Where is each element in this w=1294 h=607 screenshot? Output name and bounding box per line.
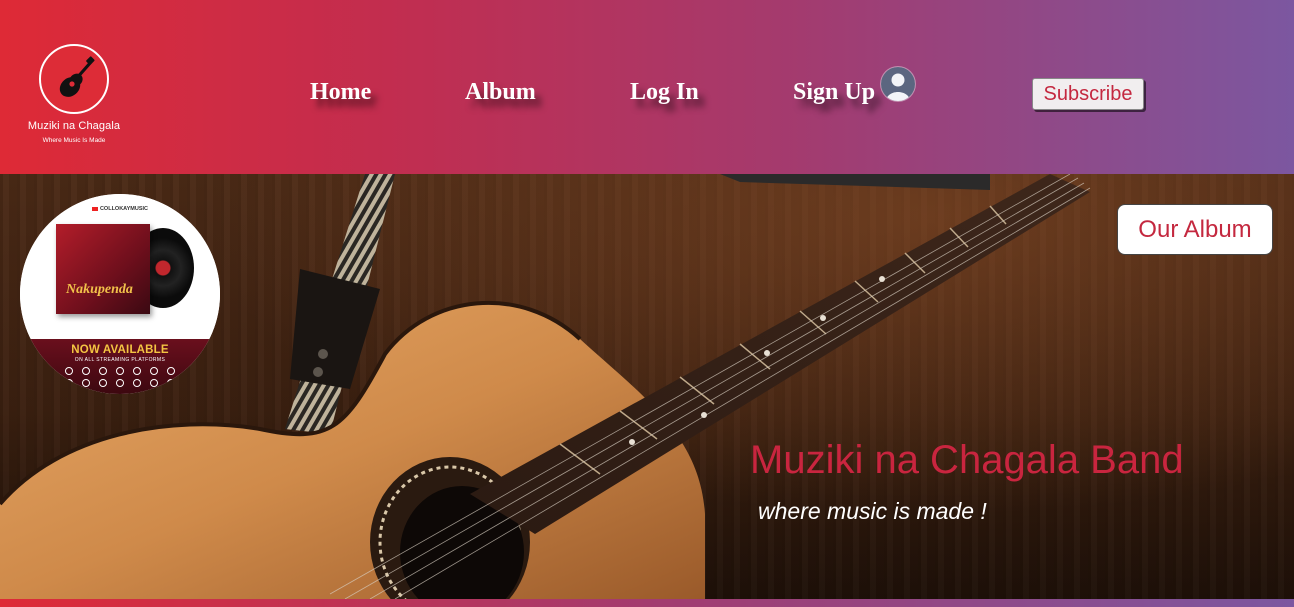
platform-icon [82,367,90,375]
subscribe-button[interactable]: Subscribe [1032,78,1144,110]
album-cover-title: Nakupenda [66,282,133,297]
brand-tagline: Where Music Is Made [42,137,106,144]
album-art: COLLOKAYMUSIC Nakupenda [20,194,220,339]
nav-sign-up[interactable]: Sign Up [793,79,875,106]
bottom-gradient-bar [0,599,1294,607]
platform-icon [150,367,158,375]
platform-icon [150,379,158,387]
brand-name: Muziki na Chagala [27,120,121,132]
platform-icon [65,379,73,387]
platform-icon [99,379,107,387]
nav-home[interactable]: Home [310,79,371,106]
platform-icon [116,379,124,387]
album-promo-image[interactable]: COLLOKAYMUSIC Nakupenda NOW AVAILABLE ON… [20,194,220,394]
site-header: Muziki na Chagala Where Music Is Made Ho… [0,0,1294,174]
album-cover [56,224,150,314]
band-title: Muziki na Chagala Band [750,438,1184,482]
youtube-icon [91,206,98,211]
platform-icon [99,367,107,375]
band-subtitle: where music is made ! [758,498,987,524]
platform-icon [65,367,73,375]
nav-album[interactable]: Album [465,79,536,106]
streaming-platforms-text: ON ALL STREAMING PLATFORMS [74,357,166,363]
platform-icon [133,367,141,375]
platform-icon [82,379,90,387]
platform-icons [65,367,175,387]
platform-icon [167,367,175,375]
channel-label: COLLOKAYMUSIC [20,206,220,212]
user-avatar-icon[interactable] [881,67,915,101]
platform-icon [116,367,124,375]
platform-icon [167,379,175,387]
now-available-text: NOW AVAILABLE [71,344,169,356]
our-album-button[interactable]: Our Album [1117,204,1273,255]
nav-log-in[interactable]: Log In [630,79,699,106]
channel-name: COLLOKAYMUSIC [99,206,149,212]
platform-icon [133,379,141,387]
